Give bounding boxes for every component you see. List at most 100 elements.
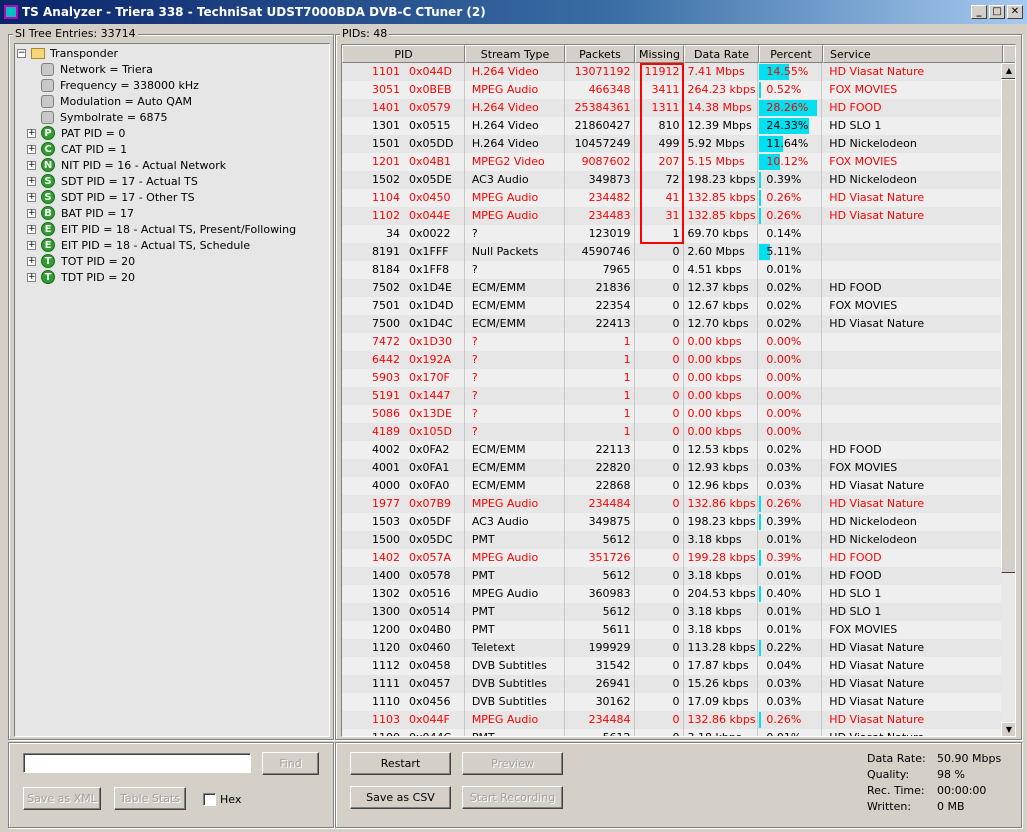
- save-as-xml-button[interactable]: Save as XML: [23, 787, 101, 810]
- table-row[interactable]: 1201 0x04B1 MPEG2 Video 9087602 207 5.15 Mbps…: [342, 153, 1002, 171]
- table-row[interactable]: 1400 0x0578 PMT 5612 0 3.18 kbps 0.01% HD FOOD: [342, 567, 1002, 585]
- table-row[interactable]: 4000 0x0FA0 ECM/EMM 22868 0 12.96 kbps 0.03% HD…: [342, 477, 1002, 495]
- table-row[interactable]: 1501 0x05DD H.264 Video 10457249 499 5.92 Mbp…: [342, 135, 1002, 153]
- column-header-stream-type[interactable]: Stream Type: [465, 45, 565, 63]
- tree-node[interactable]: + E EIT PID = 18 - Actual TS, Schedule: [27, 237, 250, 253]
- table-row[interactable]: 34 0x0022? 123019 1 69.70 kbps 0.14%: [342, 225, 1002, 243]
- table-row[interactable]: 1500 0x05DC PMT 5612 0 3.18 kbps 0.01% HD Nicke…: [342, 531, 1002, 549]
- tree-node[interactable]: Network = Triera: [27, 61, 153, 77]
- restart-button[interactable]: Restart: [350, 752, 451, 775]
- start-recording-button[interactable]: Start Recording: [462, 786, 563, 809]
- table-row[interactable]: 1101 0x044D H.264 Video 13071192 11912 7.41 M…: [342, 63, 1002, 81]
- close-button[interactable]: ✕: [1007, 5, 1023, 19]
- column-header-data-rate[interactable]: Data Rate: [684, 45, 759, 63]
- expand-icon[interactable]: +: [27, 256, 36, 266]
- table-row[interactable]: 8191 0x1FFF Null Packets 4590746 0 2.60 Mbps 5…: [342, 243, 1002, 261]
- pid-hex: 0x0456: [409, 695, 451, 708]
- table-row[interactable]: 4189 0x105D? 1 0 0.00 kbps 0.00%: [342, 423, 1002, 441]
- search-input[interactable]: [23, 753, 251, 773]
- table-row[interactable]: 5903 0x170F? 1 0 0.00 kbps 0.00%: [342, 369, 1002, 387]
- pid-cell: 1500 0x05DC: [342, 531, 465, 549]
- tree-node[interactable]: − Transponder: [17, 45, 118, 61]
- table-row[interactable]: 4002 0x0FA2 ECM/EMM 22113 0 12.53 kbps 0.02% HD…: [342, 441, 1002, 459]
- find-button[interactable]: Find: [262, 752, 319, 775]
- table-row[interactable]: 5191 0x1447? 1 0 0.00 kbps 0.00%: [342, 387, 1002, 405]
- expand-icon[interactable]: +: [27, 224, 36, 234]
- table-row[interactable]: 6442 0x192A? 1 0 0.00 kbps 0.00%: [342, 351, 1002, 369]
- table-row[interactable]: 1977 0x07B9 MPEG Audio 234484 0 132.86 kbps 0.…: [342, 495, 1002, 513]
- expand-icon[interactable]: +: [27, 176, 36, 186]
- table-row[interactable]: 1200 0x04B0 PMT 5611 0 3.18 kbps 0.01% FOX MOVI…: [342, 621, 1002, 639]
- tree-node[interactable]: + E EIT PID = 18 - Actual TS, Present/Foll…: [27, 221, 296, 237]
- column-header-missing[interactable]: Missing: [635, 45, 684, 63]
- vertical-scrollbar[interactable]: ▲ ▼: [1001, 63, 1015, 736]
- tree-node[interactable]: Frequency = 338000 kHz: [27, 77, 199, 93]
- tree-node[interactable]: Symbolrate = 6875: [27, 109, 168, 125]
- expand-icon[interactable]: +: [27, 160, 36, 170]
- save-as-csv-button[interactable]: Save as CSV: [350, 786, 451, 809]
- table-row[interactable]: 1102 0x044E MPEG Audio 234483 31 132.85 kbps 0…: [342, 207, 1002, 225]
- table-row[interactable]: 1110 0x0456 DVB Subtitles 30162 0 17.09 kbps 0…: [342, 693, 1002, 711]
- service-cell: [822, 405, 1002, 423]
- tree-node[interactable]: Modulation = Auto QAM: [27, 93, 192, 109]
- table-row[interactable]: 4001 0x0FA1 ECM/EMM 22820 0 12.93 kbps 0.03% FO…: [342, 459, 1002, 477]
- table-row[interactable]: 1402 0x057A MPEG Audio 351726 0 199.28 kbps 0.…: [342, 549, 1002, 567]
- table-row[interactable]: 7502 0x1D4E ECM/EMM 21836 0 12.37 kbps 0.02% HD…: [342, 279, 1002, 297]
- table-row[interactable]: 11000x044CPMT561203.18 kbps0.01%HD Viasa…: [342, 729, 1002, 736]
- column-header-service[interactable]: Service: [823, 45, 1003, 63]
- pid-hex: 0x1D4D: [409, 299, 454, 312]
- table-row[interactable]: 1503 0x05DF AC3 Audio 349875 0 198.23 kbps 0.3…: [342, 513, 1002, 531]
- packets-cell: 351726: [565, 549, 635, 567]
- tree-node[interactable]: + S SDT PID = 17 - Actual TS: [27, 173, 198, 189]
- table-row[interactable]: 1104 0x0450 MPEG Audio 234482 41 132.85 kbps 0…: [342, 189, 1002, 207]
- table-row[interactable]: 1112 0x0458 DVB Subtitles 31542 0 17.87 kbps 0…: [342, 657, 1002, 675]
- pids-group-title: PIDs: 48: [340, 27, 390, 40]
- expand-icon[interactable]: +: [27, 272, 36, 282]
- pid-hex: 0x192A: [409, 353, 452, 366]
- tree-node[interactable]: + S SDT PID = 17 - Other TS: [27, 189, 195, 205]
- table-row[interactable]: 5086 0x13DE? 1 0 0.00 kbps 0.00%: [342, 405, 1002, 423]
- pid-hex: 0x04B1: [409, 155, 452, 168]
- tree-node[interactable]: + P PAT PID = 0: [27, 125, 125, 141]
- pid-cell: 4002 0x0FA2: [342, 441, 465, 459]
- table-row[interactable]: 1111 0x0457 DVB Subtitles 26941 0 15.26 kbps 0…: [342, 675, 1002, 693]
- tree-node[interactable]: + T TOT PID = 20: [27, 253, 135, 269]
- preview-button[interactable]: Preview: [462, 752, 563, 775]
- tree-node[interactable]: + T TDT PID = 20: [27, 269, 135, 285]
- scroll-up-button[interactable]: ▲: [1001, 63, 1015, 79]
- pid-hex: 0x1FFF: [409, 245, 449, 258]
- table-row[interactable]: 1103 0x044F MPEG Audio 234484 0 132.86 kbps 0.…: [342, 711, 1002, 729]
- table-row[interactable]: 7472 0x1D30? 1 0 0.00 kbps 0.00%: [342, 333, 1002, 351]
- tree-node[interactable]: + B BAT PID = 17: [27, 205, 134, 221]
- table-row[interactable]: 1300 0x0514 PMT 5612 0 3.18 kbps 0.01% HD SLO 1: [342, 603, 1002, 621]
- percent-value: 0.26%: [766, 713, 802, 726]
- tree-node[interactable]: + N NIT PID = 16 - Actual Network: [27, 157, 226, 173]
- pid-hex: 0x057A: [409, 551, 452, 564]
- scroll-thumb[interactable]: [1001, 79, 1015, 573]
- scroll-down-button[interactable]: ▼: [1001, 722, 1015, 736]
- table-row[interactable]: 1302 0x0516 MPEG Audio 360983 0 204.53 kbps 0.…: [342, 585, 1002, 603]
- expand-icon[interactable]: +: [27, 128, 36, 138]
- expand-icon[interactable]: +: [27, 208, 36, 218]
- table-row[interactable]: 1502 0x05DE AC3 Audio 349873 72 198.23 kbps 0.…: [342, 171, 1002, 189]
- column-header-percent[interactable]: Percent: [759, 45, 823, 63]
- si-tree[interactable]: − Transponder Network = Triera Frequency = …: [14, 43, 330, 737]
- maximize-button[interactable]: □: [989, 5, 1005, 19]
- tree-node[interactable]: + C CAT PID = 1: [27, 141, 127, 157]
- table-row[interactable]: 3051 0x0BEB MPEG Audio 466348 3411 264.23 kbp…: [342, 81, 1002, 99]
- table-row[interactable]: 1120 0x0460 Teletext 199929 0 113.28 kbps 0.22…: [342, 639, 1002, 657]
- collapse-icon[interactable]: −: [17, 48, 26, 58]
- table-row[interactable]: 7500 0x1D4C ECM/EMM 22413 0 12.70 kbps 0.02% HD…: [342, 315, 1002, 333]
- minimize-button[interactable]: _: [971, 5, 987, 19]
- table-row[interactable]: 1401 0x0579 H.264 Video 25384361 1311 14.38 M…: [342, 99, 1002, 117]
- hex-checkbox[interactable]: [203, 793, 216, 806]
- table-row[interactable]: 7501 0x1D4D ECM/EMM 22354 0 12.67 kbps 0.02% FO…: [342, 297, 1002, 315]
- expand-icon[interactable]: +: [27, 144, 36, 154]
- table-row[interactable]: 1301 0x0515 H.264 Video 21860427 810 12.39 Mb…: [342, 117, 1002, 135]
- expand-icon[interactable]: +: [27, 240, 36, 250]
- expand-icon[interactable]: +: [27, 192, 36, 202]
- table-row[interactable]: 8184 0x1FF8? 7965 0 4.51 kbps 0.01%: [342, 261, 1002, 279]
- column-header-packets[interactable]: Packets: [565, 45, 635, 63]
- column-header-pid[interactable]: PID: [342, 45, 465, 63]
- table-stats-button[interactable]: Table Stats: [114, 787, 186, 810]
